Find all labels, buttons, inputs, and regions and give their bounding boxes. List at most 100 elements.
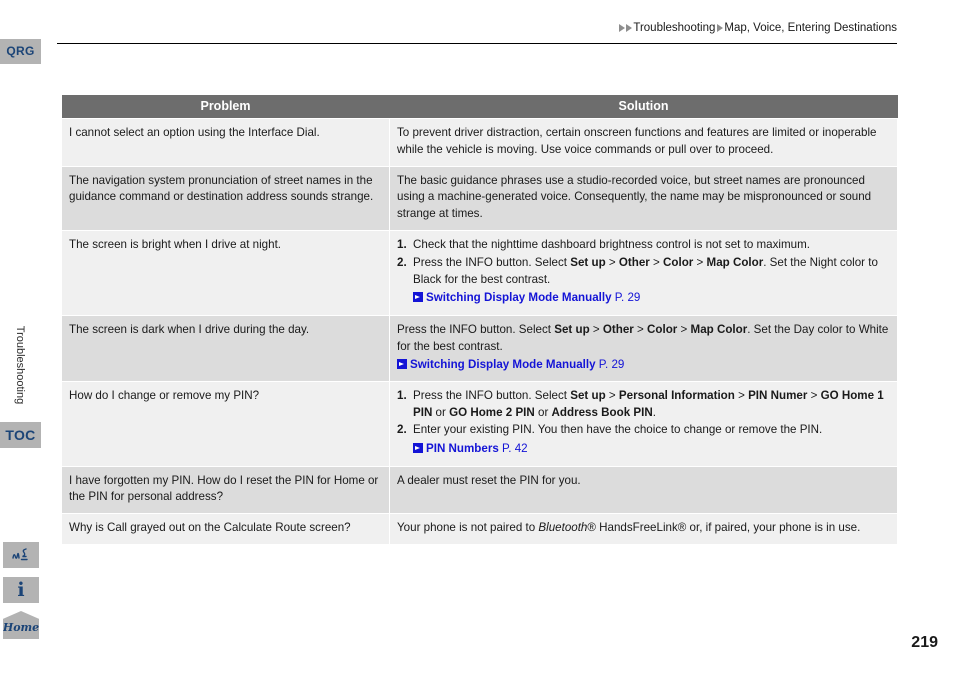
menu-path-separator: or: [432, 405, 450, 419]
solution-text: Your phone is not paired to Bluetooth® H…: [397, 520, 890, 537]
menu-path-token: Map Color: [706, 255, 764, 269]
step-number: 2.: [397, 423, 407, 437]
menu-path-token: Map Color: [690, 322, 748, 336]
solution-text-part: Press the INFO button. Select: [397, 322, 555, 336]
reference-arrow-icon: [413, 443, 423, 454]
table-row: How do I change or remove my PIN? 1. Pres…: [61, 380, 898, 467]
step-text-part: Press the INFO button. Select: [413, 388, 571, 402]
information-icon-glyph: i: [17, 578, 25, 601]
step-number: 1.: [397, 388, 407, 402]
menu-path-separator: >: [605, 388, 619, 402]
reference-label: Switching Display Mode Manually: [410, 358, 596, 372]
problem-text: How do I change or remove my PIN?: [69, 388, 260, 402]
reference-page: P. 29: [614, 291, 641, 305]
column-header-problem: Problem: [61, 95, 390, 119]
menu-path-token: Address Book PIN: [551, 405, 653, 419]
cross-reference-link[interactable]: Switching Display Mode Manually P. 29: [397, 356, 890, 373]
sidebar-tab-toc-label: TOC: [5, 427, 36, 443]
breadcrumb-item-section[interactable]: Map, Voice, Entering Destinations: [724, 22, 897, 34]
cross-reference-link[interactable]: PIN Numbers P. 42: [413, 440, 890, 457]
information-icon[interactable]: i: [3, 577, 39, 603]
table-row: The screen is dark when I drive during t…: [61, 314, 898, 382]
breadcrumb: Troubleshooting Map, Voice, Entering Des…: [57, 18, 897, 44]
problem-text: I have forgotten my PIN. How do I reset …: [69, 473, 379, 504]
voice-command-icon[interactable]: [3, 542, 39, 568]
table-row: The navigation system pronunciation of s…: [61, 165, 898, 231]
breadcrumb-item-troubleshooting[interactable]: Troubleshooting: [633, 22, 715, 34]
sidebar-tab-toc[interactable]: TOC: [0, 422, 41, 448]
reference-label: Switching Display Mode Manually: [426, 291, 612, 305]
table-header-row: Problem Solution: [61, 95, 898, 119]
solution-steps: 1. Press the INFO button. Select Set up >…: [397, 388, 890, 458]
solution-steps: 1. Check that the nighttime dashboard bri…: [397, 237, 890, 307]
side-tab-rail: QRG Troubleshooting TOC i Home: [0, 0, 41, 674]
cell-problem: How do I change or remove my PIN?: [61, 380, 390, 467]
menu-path-token: Color: [663, 255, 694, 269]
menu-path-token: Other: [602, 322, 634, 336]
menu-path-separator: >: [649, 255, 664, 269]
sidebar-tab-qrg[interactable]: QRG: [0, 39, 41, 64]
cell-problem: I have forgotten my PIN. How do I reset …: [61, 465, 390, 515]
menu-path-separator: >: [633, 322, 648, 336]
step-text: Check that the nighttime dashboard brigh…: [413, 237, 810, 251]
home-button[interactable]: Home: [3, 611, 39, 639]
menu-path-separator: >: [693, 255, 707, 269]
cell-solution: Press the INFO button. Select Set up > O…: [389, 314, 898, 382]
sidebar-section-label: Troubleshooting: [0, 290, 41, 440]
problem-text: Why is Call grayed out on the Calculate …: [69, 521, 351, 535]
troubleshooting-table: Problem Solution I cannot select an opti…: [61, 95, 898, 545]
sidebar-tab-qrg-label: QRG: [6, 44, 35, 58]
sidebar-section-label-text: Troubleshooting: [14, 325, 27, 405]
solution-step: 2. Press the INFO button. Select Set up >…: [397, 255, 890, 307]
chevron-right-icon: [626, 24, 633, 32]
reference-page: P. 29: [598, 358, 625, 372]
solution-step: 1. Check that the nighttime dashboard bri…: [397, 237, 890, 254]
menu-path-token: Other: [618, 255, 650, 269]
problem-text: I cannot select an option using the Inte…: [69, 126, 320, 139]
solution-text: Press the INFO button. Select Set up > O…: [397, 322, 890, 356]
solution-text: The basic guidance phrases use a studio-…: [397, 173, 872, 221]
solution-text: To prevent driver distraction, certain o…: [397, 126, 877, 156]
cell-problem: I cannot select an option using the Inte…: [61, 118, 390, 167]
chevron-right-icon: [717, 24, 724, 32]
table-body: I cannot select an option using the Inte…: [61, 118, 898, 545]
solution-step: 2. Enter your existing PIN. You then have…: [397, 422, 890, 457]
table-header: Problem Solution: [61, 95, 898, 119]
cell-problem: Why is Call grayed out on the Calculate …: [61, 513, 390, 545]
menu-path-separator: >: [734, 388, 749, 402]
step-text-part: .: [652, 405, 656, 419]
cell-solution: The basic guidance phrases use a studio-…: [389, 165, 898, 231]
cell-solution: To prevent driver distraction, certain o…: [389, 118, 898, 167]
solution-text-part: ® HandsFreeLink® or, if paired, your pho…: [587, 521, 861, 535]
menu-path-separator: >: [677, 322, 691, 336]
table-row: I have forgotten my PIN. How do I reset …: [61, 465, 898, 515]
problem-text: The navigation system pronunciation of s…: [69, 173, 374, 204]
menu-path-token: PIN Numer: [748, 388, 808, 402]
table-row: I cannot select an option using the Inte…: [61, 118, 898, 167]
cross-reference-link[interactable]: Switching Display Mode Manually P. 29: [413, 289, 890, 306]
solution-text-part: Your phone is not paired to: [397, 521, 539, 535]
cell-solution: Your phone is not paired to Bluetooth® H…: [389, 513, 898, 545]
menu-path-separator: >: [589, 322, 603, 336]
reference-arrow-icon: [397, 359, 407, 370]
menu-path-token: Personal Information: [618, 388, 735, 402]
table-row: Why is Call grayed out on the Calculate …: [61, 513, 898, 545]
menu-path-token: Set up: [570, 255, 606, 269]
menu-path-token: Color: [647, 322, 678, 336]
cell-problem: The screen is bright when I drive at nig…: [61, 229, 390, 316]
page-number: 219: [911, 634, 938, 651]
voice-command-glyph: [12, 548, 28, 561]
step-text-part: Press the INFO button. Select: [413, 255, 571, 269]
cell-problem: The screen is dark when I drive during t…: [61, 314, 390, 382]
solution-step: 1. Press the INFO button. Select Set up >…: [397, 388, 890, 422]
reference-arrow-icon: [413, 292, 423, 303]
cell-solution: 1. Check that the nighttime dashboard bri…: [389, 229, 898, 316]
chevron-right-icon: [619, 24, 626, 32]
problem-text: The screen is bright when I drive at nig…: [69, 237, 282, 251]
problem-text: The screen is dark when I drive during t…: [69, 322, 310, 336]
menu-path-separator: >: [605, 255, 619, 269]
menu-path-token: Set up: [554, 322, 590, 336]
cell-solution: 1. Press the INFO button. Select Set up >…: [389, 380, 898, 467]
menu-path-separator: or: [534, 405, 552, 419]
reference-page: P. 42: [502, 442, 528, 456]
